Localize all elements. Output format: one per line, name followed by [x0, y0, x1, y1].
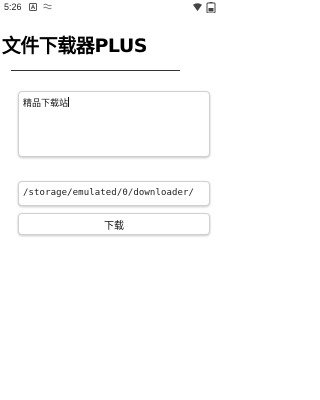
app-title: 文件下载器PLUS — [2, 35, 147, 57]
text-cursor — [68, 97, 70, 107]
battery-icon — [206, 2, 216, 13]
path-field-value: /storage/emulated/0/downloader/ — [23, 188, 195, 198]
content-text-area[interactable]: 精品下载站 — [18, 91, 210, 157]
download-button[interactable]: 下载 — [18, 213, 210, 235]
app-a-icon — [29, 3, 37, 11]
status-bar: 5:26 — [0, 0, 225, 16]
wifi-icon — [193, 3, 202, 12]
status-time: 5:26 — [4, 2, 22, 12]
notification-icon — [43, 3, 52, 10]
text-area-text: 精品下载站 — [23, 99, 69, 109]
text-area-value: 精品下载站 — [23, 96, 70, 109]
title-divider — [11, 70, 180, 71]
download-path-field[interactable]: /storage/emulated/0/downloader/ — [18, 181, 210, 206]
